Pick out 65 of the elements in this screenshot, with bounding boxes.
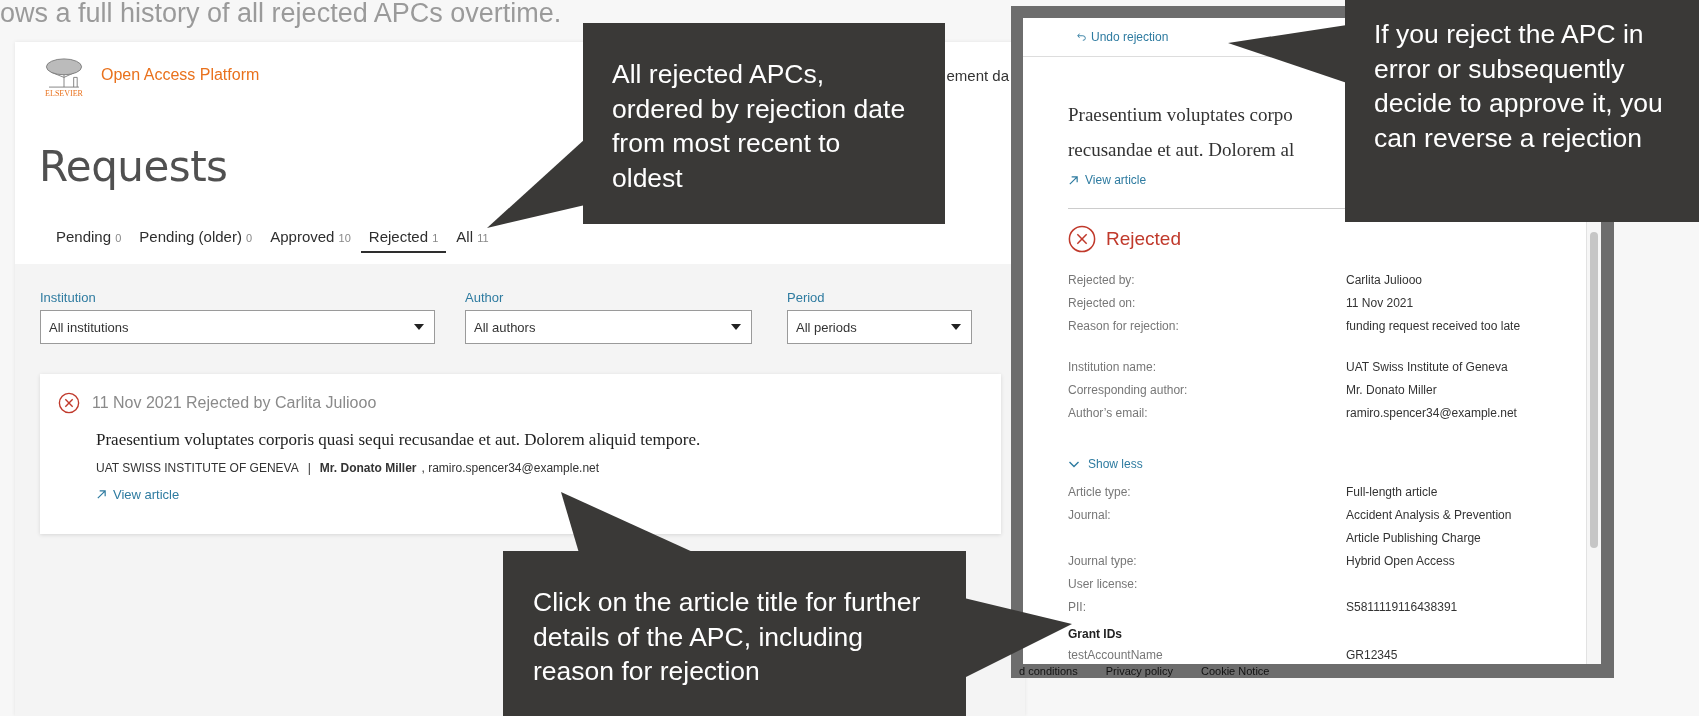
show-less-toggle[interactable]: Show less — [1068, 456, 1536, 471]
field-value: Accident Analysis & Prevention — [1346, 506, 1512, 524]
field-label: User license: — [1068, 575, 1139, 593]
tab[interactable]: All 11 — [448, 228, 497, 253]
view-article-link[interactable]: View article — [96, 487, 180, 502]
field-value: Full-length article — [1346, 483, 1438, 501]
page-heading: Requests — [39, 142, 228, 192]
field-value: ramiro.spencer34@example.net — [1346, 404, 1517, 422]
field-label: Reason for rejection: — [1068, 317, 1180, 335]
filter-label: Institution — [40, 290, 97, 305]
header-link[interactable]: ement da — [946, 66, 1009, 84]
status-label: Rejected — [1106, 227, 1181, 250]
field-value: funding request received too late — [1346, 317, 1521, 335]
field-label: Rejected on: — [1068, 294, 1137, 312]
undo-icon — [1077, 32, 1087, 42]
separator-text: | — [307, 461, 311, 475]
filter-dropdown[interactable]: All authors — [465, 310, 752, 344]
arrow-icon — [1068, 174, 1079, 186]
tab[interactable]: Rejected 1 — [360, 228, 447, 253]
field-value: Article Publishing Charge — [1346, 529, 1482, 547]
article-title[interactable]: Praesentium voluptates corpo — [1068, 97, 1293, 132]
filter-dropdown[interactable]: All institutions — [40, 310, 435, 344]
rejected-icon — [1068, 224, 1096, 253]
author-name: Mr. Donato Miller — [319, 461, 417, 475]
field-label: PII: — [1068, 598, 1087, 616]
view-article-link[interactable]: View article — [1068, 173, 1147, 187]
tab[interactable]: Pending 0 — [48, 228, 130, 253]
callout: If you reject the APC in error or subsequently decide to approve it, you can reverse a rejection — [1345, 0, 1699, 222]
field-label: Rejected by: — [1068, 271, 1136, 289]
field-label: Journal type: — [1068, 552, 1138, 570]
author-email: , ramiro.spencer34@example.net — [421, 461, 600, 475]
field-value: Carlita Juliooo — [1346, 271, 1423, 289]
field-value: GR12345 — [1346, 646, 1398, 664]
app-title: Open Access Platform — [101, 66, 260, 84]
footer-link[interactable]: Privacy policy — [1105, 665, 1173, 677]
tab[interactable]: Approved 10 — [262, 228, 359, 253]
filter-dropdown[interactable]: All periods — [787, 310, 972, 344]
article-title[interactable]: recusandae et aut. Dolorem al — [1068, 132, 1295, 167]
field-value: UAT Swiss Institute of Geneva — [1346, 358, 1508, 376]
rejected-icon — [58, 392, 80, 414]
footer-link[interactable]: d conditions — [1019, 665, 1078, 677]
filter-label: Author — [465, 290, 505, 305]
field-value: Mr. Donato Miller — [1346, 381, 1437, 399]
filter-label: Period — [787, 290, 826, 305]
footer-link[interactable]: Cookie Notice — [1200, 665, 1270, 677]
article-title[interactable]: Praesentium voluptates corporis quasi sequi recusandae et aut. Dolorem aliquid tempore. — [96, 430, 983, 450]
field-label: Journal: — [1068, 506, 1112, 524]
callout: All rejected APCs, ordered by rejection date from most recent to oldest — [583, 23, 945, 224]
field-label: Institution name: — [1068, 358, 1158, 376]
institution-text: UAT SWISS INSTITUTE OF GENEVA — [96, 461, 299, 475]
section-heading: Grant IDs — [1068, 625, 1123, 643]
field-label: testAccountName — [1068, 646, 1164, 664]
field-label: Author’s email: — [1068, 404, 1149, 422]
field-value: 11 Nov 2021 — [1346, 294, 1414, 312]
field-label: Article type: — [1068, 483, 1132, 501]
brand-text: ELSEVIER — [45, 88, 83, 98]
caption-text: ows a full history of all rejected APCs overtime. — [0, 0, 562, 29]
field-value: S5811119116438391 — [1346, 598, 1458, 616]
arrow-icon — [96, 489, 107, 500]
scrollbar-thumb[interactable] — [1590, 232, 1598, 548]
field-value: Hybrid Open Access — [1346, 552, 1455, 570]
tab[interactable]: Pending (older) 0 — [131, 228, 261, 253]
status-line: 11 Nov 2021 Rejected by Carlita Juliooo — [92, 394, 377, 412]
field-label: Corresponding author: — [1068, 381, 1189, 399]
undo-rejection-link[interactable]: Undo rejection — [1077, 30, 1169, 44]
